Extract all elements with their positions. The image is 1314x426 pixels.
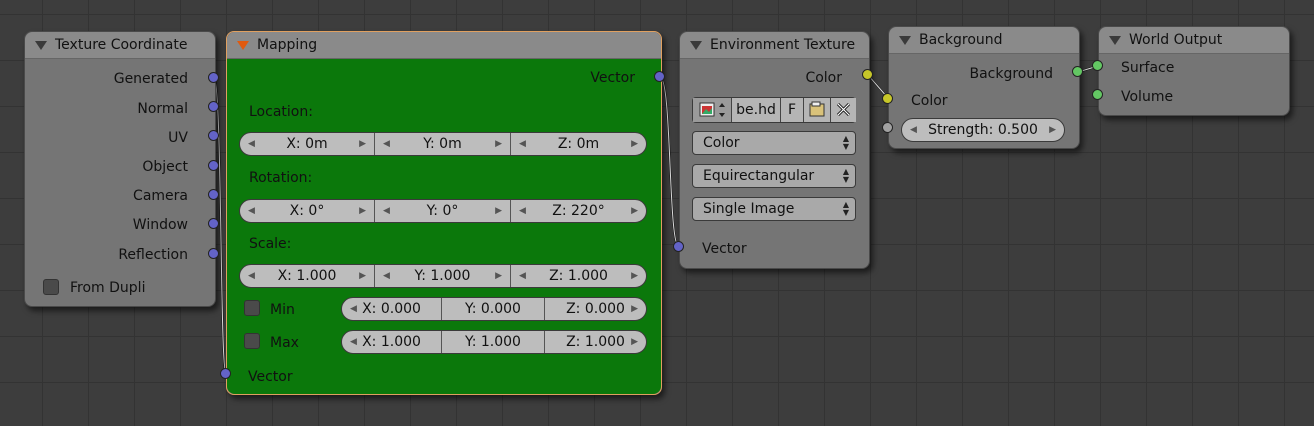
scale-z-field[interactable]: ◀ Z: 1.000 ▶	[511, 265, 646, 287]
min-x-field[interactable]: ◀ X: 0.000	[342, 298, 442, 320]
background-node[interactable]: Background Background Color ◀ Strength: 0…	[888, 26, 1080, 149]
vector-input-label: Vector	[248, 369, 293, 385]
rotation-x-field[interactable]: ◀ X: 0° ▶	[240, 200, 375, 222]
unlink-close-icon[interactable]	[831, 98, 856, 122]
mapping-vector-output-socket[interactable]	[654, 71, 665, 82]
link-mapping-to-env-hl	[659, 76, 680, 248]
open-file-icon[interactable]	[804, 98, 831, 122]
scale-label: Scale:	[249, 236, 292, 252]
vector-output-label: Vector	[590, 70, 635, 86]
updown-arrows-icon: ▲ ▼	[842, 134, 849, 151]
surface-input-socket[interactable]	[1092, 60, 1103, 71]
node-title: Environment Texture	[710, 37, 856, 53]
bg-color-input-socket[interactable]	[882, 93, 893, 104]
from-dupli-checkbox[interactable]	[43, 279, 59, 295]
scale-x-field[interactable]: ◀ X: 1.000 ▶	[240, 265, 375, 287]
bg-strength-input-socket[interactable]	[882, 122, 893, 133]
fake-user-button[interactable]: F	[781, 98, 804, 122]
collapse-triangle-icon[interactable]	[237, 41, 249, 50]
rotation-z-field[interactable]: ◀ Z: 220° ▶	[511, 200, 646, 222]
texture-coordinate-node[interactable]: Texture Coordinate Generated Normal UV O…	[24, 31, 216, 307]
projection-dropdown[interactable]: Equirectangular ▲ ▼	[692, 164, 856, 188]
strength-field[interactable]: ◀ Strength: 0.500 ▶	[901, 118, 1065, 142]
color-input-label: Color	[911, 93, 948, 109]
output-window-label: Window	[132, 217, 188, 233]
location-label: Location:	[249, 104, 313, 120]
min-fields[interactable]: ◀ X: 0.000 Y: 0.000 Z: 0.000 ▶	[341, 297, 647, 321]
max-fields[interactable]: ◀ X: 1.000 Y: 1.000 Z: 1.000 ▶	[341, 330, 647, 354]
from-dupli-label: From Dupli	[70, 280, 146, 296]
node-header[interactable]: World Output	[1099, 27, 1289, 54]
object-output-socket[interactable]	[208, 160, 219, 171]
collapse-triangle-icon[interactable]	[690, 41, 702, 50]
node-title: Background	[919, 32, 1003, 48]
output-uv-label: UV	[168, 130, 188, 146]
output-reflection-label: Reflection	[118, 247, 188, 263]
node-title: Texture Coordinate	[55, 37, 188, 53]
node-header[interactable]: Environment Texture	[680, 32, 869, 59]
collapse-triangle-icon[interactable]	[899, 36, 911, 45]
camera-output-socket[interactable]	[208, 189, 219, 200]
bg-background-output-socket[interactable]	[1072, 66, 1083, 77]
collapse-triangle-icon[interactable]	[35, 41, 47, 50]
max-y-field[interactable]: Y: 1.000	[442, 331, 545, 353]
node-header[interactable]: Mapping	[227, 32, 661, 59]
max-label: Max	[270, 335, 299, 351]
location-x-field[interactable]: ◀ X: 0m ▶	[240, 133, 375, 155]
updown-arrows-icon: ▲ ▼	[842, 200, 849, 217]
location-fields[interactable]: ◀ X: 0m ▶ ◀ Y: 0m ▶ ◀ Z: 0m ▶	[239, 132, 647, 156]
output-normal-label: Normal	[137, 101, 188, 117]
color-space-dropdown[interactable]: Color ▲ ▼	[692, 131, 856, 155]
node-title: World Output	[1129, 32, 1223, 48]
image-browse-icon[interactable]	[693, 98, 732, 122]
image-name-field[interactable]: be.hd	[732, 98, 781, 122]
max-checkbox[interactable]	[244, 333, 260, 349]
max-x-field[interactable]: ◀ X: 1.000	[342, 331, 442, 353]
volume-input-socket[interactable]	[1092, 89, 1103, 100]
strength-value[interactable]: ◀ Strength: 0.500 ▶	[902, 119, 1064, 141]
location-y-field[interactable]: ◀ Y: 0m ▶	[375, 133, 511, 155]
node-header[interactable]: Texture Coordinate	[25, 32, 215, 59]
world-output-node[interactable]: World Output Surface Volume	[1098, 26, 1290, 116]
normal-output-socket[interactable]	[208, 101, 219, 112]
rotation-y-field[interactable]: ◀ Y: 0° ▶	[375, 200, 511, 222]
mapping-vector-input-socket[interactable]	[220, 368, 231, 379]
max-z-field[interactable]: Z: 1.000 ▶	[545, 331, 646, 353]
min-z-field[interactable]: Z: 0.000 ▶	[545, 298, 646, 320]
window-output-socket[interactable]	[208, 218, 219, 229]
node-header[interactable]: Background	[889, 27, 1079, 54]
vector-input-label: Vector	[702, 241, 747, 257]
output-object-label: Object	[142, 159, 188, 175]
volume-input-label: Volume	[1121, 89, 1174, 105]
color-output-label: Color	[805, 70, 842, 86]
background-output-label: Background	[969, 66, 1053, 82]
env-vector-input-socket[interactable]	[673, 241, 684, 252]
generated-output-socket[interactable]	[208, 72, 219, 83]
min-y-field[interactable]: Y: 0.000	[442, 298, 545, 320]
rotation-label: Rotation:	[249, 170, 313, 186]
collapse-triangle-icon[interactable]	[1109, 36, 1121, 45]
environment-texture-node[interactable]: Environment Texture Color be.hd F Color …	[679, 31, 870, 269]
surface-input-label: Surface	[1121, 60, 1175, 76]
min-label: Min	[270, 302, 295, 318]
location-z-field[interactable]: ◀ Z: 0m ▶	[511, 133, 646, 155]
reflection-output-socket[interactable]	[208, 248, 219, 259]
source-dropdown[interactable]: Single Image ▲ ▼	[692, 197, 856, 221]
uv-output-socket[interactable]	[208, 130, 219, 141]
output-camera-label: Camera	[133, 188, 188, 204]
output-generated-label: Generated	[113, 71, 188, 87]
mapping-node[interactable]: Mapping Vector Location: ◀ X: 0m ▶ ◀ Y: 0m ▶…	[226, 31, 662, 395]
image-selector[interactable]: be.hd F	[692, 97, 856, 123]
scale-y-field[interactable]: ◀ Y: 1.000 ▶	[375, 265, 511, 287]
rotation-fields[interactable]: ◀ X: 0° ▶ ◀ Y: 0° ▶ ◀ Z: 220° ▶	[239, 199, 647, 223]
scale-fields[interactable]: ◀ X: 1.000 ▶ ◀ Y: 1.000 ▶ ◀ Z: 1.000 ▶	[239, 264, 647, 288]
env-color-output-socket[interactable]	[862, 69, 873, 80]
updown-arrows-icon: ▲ ▼	[842, 167, 849, 184]
min-checkbox[interactable]	[244, 300, 260, 316]
node-title: Mapping	[257, 37, 318, 53]
